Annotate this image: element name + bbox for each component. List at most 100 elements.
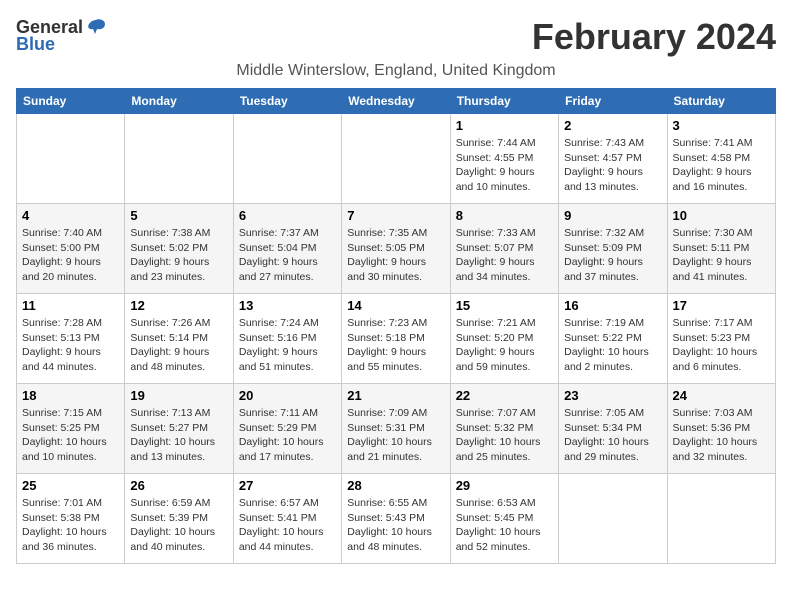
day-number: 22 (456, 388, 553, 403)
day-number: 4 (22, 208, 119, 223)
calendar-cell-w4-d7: 24 Sunrise: 7:03 AM Sunset: 5:36 PM Dayli… (667, 384, 775, 474)
month-title: February 2024 (532, 16, 776, 58)
header-sunday: Sunday (17, 89, 125, 114)
weekday-header-row: Sunday Monday Tuesday Wednesday Thursday… (17, 89, 776, 114)
calendar-cell-w3-d6: 16Sunrise: 7:19 AM Sunset: 5:22 PM Dayli… (559, 294, 667, 384)
day-number: 6 (239, 208, 336, 223)
header-saturday: Saturday (667, 89, 775, 114)
calendar-cell-w1-d4 (342, 114, 450, 204)
calendar-cell-w4-d3: 20 Sunrise: 7:11 AM Sunset: 5:29 PM Dayli… (233, 384, 341, 474)
day-number: 17 (673, 298, 770, 313)
calendar-cell-w4-d2: 19 Sunrise: 7:13 AM Sunset: 5:27 PM Dayli… (125, 384, 233, 474)
week-row-2: 4 Sunrise: 7:40 AM Sunset: 5:00 PM Daylig… (17, 204, 776, 294)
calendar-cell-w2-d1: 4 Sunrise: 7:40 AM Sunset: 5:00 PM Daylig… (17, 204, 125, 294)
day-info: Sunrise: 7:35 AM Sunset: 5:05 PM Dayligh… (347, 226, 444, 285)
calendar-cell-w1-d6: 2 Sunrise: 7:43 AM Sunset: 4:57 PM Daylig… (559, 114, 667, 204)
day-info: Sunrise: 7:15 AM Sunset: 5:25 PM Dayligh… (22, 406, 119, 465)
day-number: 7 (347, 208, 444, 223)
week-row-1: 1 Sunrise: 7:44 AM Sunset: 4:55 PM Daylig… (17, 114, 776, 204)
logo-blue: Blue (16, 34, 55, 55)
day-number: 9 (564, 208, 661, 223)
day-info: Sunrise: 7:23 AM Sunset: 5:18 PM Dayligh… (347, 316, 444, 375)
day-info: Sunrise: 7:28 AM Sunset: 5:13 PM Dayligh… (22, 316, 119, 375)
day-info: Sunrise: 7:43 AM Sunset: 4:57 PM Dayligh… (564, 136, 661, 195)
day-info: Sunrise: 7:01 AM Sunset: 5:38 PM Dayligh… (22, 496, 119, 555)
day-number: 20 (239, 388, 336, 403)
day-number: 5 (130, 208, 227, 223)
day-info: Sunrise: 7:38 AM Sunset: 5:02 PM Dayligh… (130, 226, 227, 285)
day-number: 27 (239, 478, 336, 493)
day-number: 26 (130, 478, 227, 493)
day-info: Sunrise: 7:26 AM Sunset: 5:14 PM Dayligh… (130, 316, 227, 375)
day-number: 14 (347, 298, 444, 313)
calendar-cell-w4-d5: 22 Sunrise: 7:07 AM Sunset: 5:32 PM Dayli… (450, 384, 558, 474)
calendar-cell-w1-d2 (125, 114, 233, 204)
day-info: Sunrise: 7:41 AM Sunset: 4:58 PM Dayligh… (673, 136, 770, 195)
calendar-cell-w3-d1: 11 Sunrise: 7:28 AM Sunset: 5:13 PM Dayli… (17, 294, 125, 384)
day-number: 28 (347, 478, 444, 493)
day-info: Sunrise: 7:07 AM Sunset: 5:32 PM Dayligh… (456, 406, 553, 465)
logo: General Blue (16, 16, 107, 55)
day-number: 21 (347, 388, 444, 403)
day-number: 18 (22, 388, 119, 403)
day-number: 16 (564, 298, 661, 313)
calendar-cell-w3-d3: 13Sunrise: 7:24 AM Sunset: 5:16 PM Dayli… (233, 294, 341, 384)
day-info: Sunrise: 7:40 AM Sunset: 5:00 PM Dayligh… (22, 226, 119, 285)
day-info: Sunrise: 7:44 AM Sunset: 4:55 PM Dayligh… (456, 136, 553, 195)
calendar-cell-w1-d3 (233, 114, 341, 204)
calendar-cell-w3-d7: 17 Sunrise: 7:17 AM Sunset: 5:23 PM Dayli… (667, 294, 775, 384)
day-number: 15 (456, 298, 553, 313)
calendar-cell-w2-d3: 6 Sunrise: 7:37 AM Sunset: 5:04 PM Daylig… (233, 204, 341, 294)
day-number: 11 (22, 298, 119, 313)
logo-bird-icon (85, 16, 107, 38)
calendar-cell-w5-d7 (667, 474, 775, 564)
header-thursday: Thursday (450, 89, 558, 114)
day-info: Sunrise: 7:30 AM Sunset: 5:11 PM Dayligh… (673, 226, 770, 285)
calendar-cell-w5-d3: 27 Sunrise: 6:57 AM Sunset: 5:41 PM Dayli… (233, 474, 341, 564)
calendar-cell-w3-d5: 15 Sunrise: 7:21 AM Sunset: 5:20 PM Dayli… (450, 294, 558, 384)
day-number: 12 (130, 298, 227, 313)
calendar-cell-w2-d6: 9Sunrise: 7:32 AM Sunset: 5:09 PM Daylig… (559, 204, 667, 294)
day-info: Sunrise: 6:57 AM Sunset: 5:41 PM Dayligh… (239, 496, 336, 555)
day-number: 23 (564, 388, 661, 403)
day-number: 19 (130, 388, 227, 403)
day-number: 29 (456, 478, 553, 493)
day-info: Sunrise: 7:21 AM Sunset: 5:20 PM Dayligh… (456, 316, 553, 375)
calendar-cell-w2-d2: 5 Sunrise: 7:38 AM Sunset: 5:02 PM Daylig… (125, 204, 233, 294)
location-title: Middle Winterslow, England, United Kingd… (16, 62, 776, 80)
calendar-cell-w1-d7: 3Sunrise: 7:41 AM Sunset: 4:58 PM Daylig… (667, 114, 775, 204)
day-info: Sunrise: 6:59 AM Sunset: 5:39 PM Dayligh… (130, 496, 227, 555)
header-top: General Blue February 2024 (16, 16, 776, 58)
day-number: 24 (673, 388, 770, 403)
day-info: Sunrise: 7:11 AM Sunset: 5:29 PM Dayligh… (239, 406, 336, 465)
day-number: 10 (673, 208, 770, 223)
day-number: 1 (456, 118, 553, 133)
day-info: Sunrise: 7:13 AM Sunset: 5:27 PM Dayligh… (130, 406, 227, 465)
calendar-cell-w5-d1: 25 Sunrise: 7:01 AM Sunset: 5:38 PM Dayli… (17, 474, 125, 564)
week-row-4: 18 Sunrise: 7:15 AM Sunset: 5:25 PM Dayli… (17, 384, 776, 474)
calendar-cell-w1-d1 (17, 114, 125, 204)
calendar-cell-w5-d4: 28 Sunrise: 6:55 AM Sunset: 5:43 PM Dayli… (342, 474, 450, 564)
calendar-cell-w4-d1: 18 Sunrise: 7:15 AM Sunset: 5:25 PM Dayli… (17, 384, 125, 474)
week-row-5: 25 Sunrise: 7:01 AM Sunset: 5:38 PM Dayli… (17, 474, 776, 564)
calendar: Sunday Monday Tuesday Wednesday Thursday… (16, 88, 776, 564)
calendar-cell-w3-d2: 12 Sunrise: 7:26 AM Sunset: 5:14 PM Dayli… (125, 294, 233, 384)
calendar-cell-w2-d4: 7 Sunrise: 7:35 AM Sunset: 5:05 PM Daylig… (342, 204, 450, 294)
day-number: 13 (239, 298, 336, 313)
day-info: Sunrise: 7:37 AM Sunset: 5:04 PM Dayligh… (239, 226, 336, 285)
day-info: Sunrise: 6:55 AM Sunset: 5:43 PM Dayligh… (347, 496, 444, 555)
day-info: Sunrise: 7:09 AM Sunset: 5:31 PM Dayligh… (347, 406, 444, 465)
calendar-cell-w5-d2: 26 Sunrise: 6:59 AM Sunset: 5:39 PM Dayli… (125, 474, 233, 564)
day-number: 25 (22, 478, 119, 493)
header-wednesday: Wednesday (342, 89, 450, 114)
day-info: Sunrise: 7:17 AM Sunset: 5:23 PM Dayligh… (673, 316, 770, 375)
day-number: 8 (456, 208, 553, 223)
day-number: 2 (564, 118, 661, 133)
calendar-cell-w1-d5: 1 Sunrise: 7:44 AM Sunset: 4:55 PM Daylig… (450, 114, 558, 204)
week-row-3: 11 Sunrise: 7:28 AM Sunset: 5:13 PM Dayli… (17, 294, 776, 384)
calendar-cell-w2-d5: 8 Sunrise: 7:33 AM Sunset: 5:07 PM Daylig… (450, 204, 558, 294)
day-info: Sunrise: 7:03 AM Sunset: 5:36 PM Dayligh… (673, 406, 770, 465)
calendar-cell-w5-d5: 29Sunrise: 6:53 AM Sunset: 5:45 PM Dayli… (450, 474, 558, 564)
day-info: Sunrise: 7:33 AM Sunset: 5:07 PM Dayligh… (456, 226, 553, 285)
calendar-cell-w5-d6 (559, 474, 667, 564)
